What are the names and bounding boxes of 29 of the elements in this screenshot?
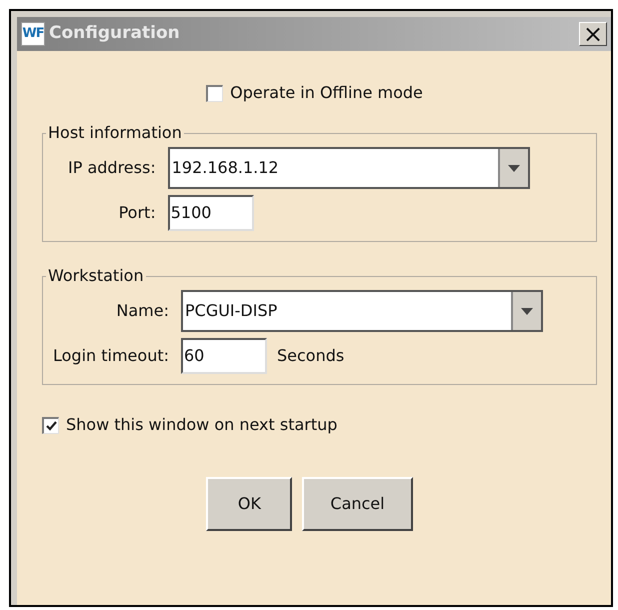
- checkbox-label: Operate in Offline mode: [230, 82, 423, 104]
- caret-icon: [521, 308, 533, 314]
- field-label: Name:: [115, 300, 169, 322]
- checkbox[interactable]: [42, 416, 59, 434]
- checkbox-label: Show this window on next startup: [66, 414, 338, 436]
- dropdown-value: PCGUI-DISP: [185, 300, 278, 322]
- field-label: Port:: [118, 202, 156, 224]
- field-label: IP address:: [68, 157, 156, 179]
- caret-icon: [508, 164, 520, 172]
- close-button[interactable]: ×: [579, 22, 607, 46]
- dropdown-button[interactable]: [498, 149, 528, 187]
- app-logo: WF: [21, 22, 45, 46]
- input-field[interactable]: 5100: [168, 195, 254, 231]
- unit-label: Seconds: [277, 345, 344, 367]
- dropdown[interactable]: 192.168.1.12: [168, 147, 530, 189]
- dropdown-button[interactable]: [511, 292, 541, 330]
- checkmark-icon: [46, 420, 56, 430]
- group-title: Host information: [47, 122, 183, 144]
- group-title: Workstation: [47, 265, 145, 287]
- dialog-button[interactable]: Cancel: [302, 477, 413, 531]
- checkbox-option[interactable]: Show this window on next startup: [42, 413, 597, 437]
- dropdown[interactable]: PCGUI-DISP: [181, 290, 543, 332]
- input-field[interactable]: 60: [181, 338, 267, 374]
- checkbox[interactable]: [206, 84, 224, 102]
- field-label: Login timeout:: [53, 345, 169, 367]
- window-title: Configuration: [49, 22, 181, 46]
- dialog-button[interactable]: OK: [206, 477, 292, 531]
- dropdown-value: 192.168.1.12: [172, 157, 280, 179]
- checkbox-option[interactable]: Operate in Offline mode: [206, 81, 423, 105]
